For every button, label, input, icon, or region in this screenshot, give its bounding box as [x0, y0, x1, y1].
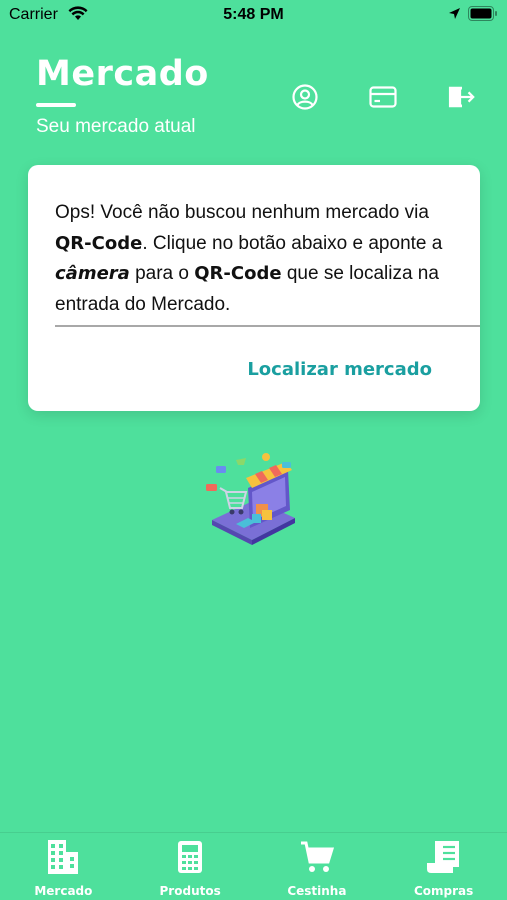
logout-button[interactable]: [448, 83, 476, 111]
tab-label: Cestinha: [287, 884, 347, 898]
bottom-tab-bar: Mercado Produtos Cestinha Compras: [0, 832, 507, 900]
message-text-part: . Clique no botão abaixo e aponte a: [142, 232, 443, 254]
tab-label: Mercado: [34, 884, 93, 898]
tab-produtos[interactable]: Produtos: [127, 833, 254, 900]
title-underline: [36, 103, 76, 107]
payment-card-button[interactable]: [369, 83, 397, 111]
cart-icon: [298, 837, 336, 877]
tab-label: Compras: [413, 884, 474, 898]
battery-icon: [468, 6, 498, 26]
status-bar: Carrier 5:48 PM: [0, 0, 507, 30]
tab-label: Produtos: [159, 884, 221, 898]
calculator-icon: [171, 837, 209, 877]
location-arrow-icon: [448, 7, 461, 25]
page-subtitle: Seu mercado atual: [36, 116, 196, 137]
page-title: Mercado: [36, 54, 209, 94]
message-camera-emphasis: câmera: [55, 263, 130, 284]
user-circle-icon: [292, 84, 318, 110]
logout-icon: [448, 86, 475, 108]
message-text-part: Ops! Você não buscou nenhum mercado via: [55, 202, 429, 223]
tab-cestinha[interactable]: Cestinha: [254, 833, 381, 900]
message-qr-code-emphasis: QR-Code: [55, 232, 143, 254]
receipt-icon: [425, 837, 463, 877]
building-icon: [44, 837, 82, 877]
credit-card-icon: [369, 86, 397, 108]
no-market-card: Ops! Você não buscou nenhum mercado via …: [28, 165, 480, 411]
profile-button[interactable]: [291, 83, 319, 111]
shopping-illustration: [200, 448, 305, 548]
tab-compras[interactable]: Compras: [380, 833, 507, 900]
card-divider: [55, 325, 480, 327]
tab-mercado[interactable]: Mercado: [0, 833, 127, 900]
message-qr-code-emphasis: QR-Code: [194, 263, 282, 284]
status-time: 5:48 PM: [223, 6, 284, 23]
locate-market-button[interactable]: Localizar mercado: [247, 359, 432, 380]
no-market-message: Ops! Você não buscou nenhum mercado via …: [55, 198, 465, 320]
message-text-part: para o: [129, 263, 195, 284]
